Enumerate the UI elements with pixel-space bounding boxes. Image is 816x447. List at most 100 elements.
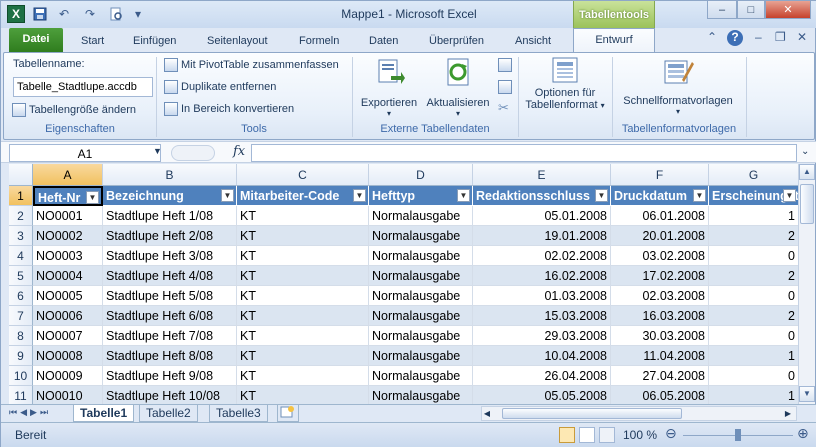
row-header[interactable]: 11 xyxy=(9,386,33,404)
table-cell[interactable]: 0 xyxy=(709,366,799,386)
table-cell[interactable]: 2 xyxy=(709,226,799,246)
row-header[interactable]: 8 xyxy=(9,326,33,346)
workbook-restore-icon[interactable]: ❐ xyxy=(775,30,786,44)
table-cell[interactable]: Stadtlupe Heft 4/08 xyxy=(103,266,237,286)
table-cell[interactable]: KT xyxy=(237,206,369,226)
table-cell[interactable]: 06.01.2008 xyxy=(611,206,709,226)
table-cell[interactable]: Stadtlupe Heft 10/08 xyxy=(103,386,237,404)
row-header[interactable]: 10 xyxy=(9,366,33,386)
workbook-close-icon[interactable]: ✕ xyxy=(797,30,807,44)
table-header-cell[interactable]: Heft-Nr ▼ xyxy=(33,186,103,206)
column-header-e[interactable]: E xyxy=(473,164,611,186)
table-cell[interactable]: 19.01.2008 xyxy=(473,226,611,246)
pivottable-summarize-button[interactable]: Mit PivotTable zusammenfassen xyxy=(164,58,339,72)
table-cell[interactable]: 1 xyxy=(709,346,799,366)
table-cell[interactable]: 27.04.2008 xyxy=(611,366,709,386)
tab-entwurf[interactable]: Entwurf xyxy=(573,28,655,53)
column-header-d[interactable]: D xyxy=(369,164,473,186)
table-cell[interactable]: Stadtlupe Heft 7/08 xyxy=(103,326,237,346)
table-cell[interactable]: 01.03.2008 xyxy=(473,286,611,306)
refresh-button[interactable]: Aktualisieren ▾ xyxy=(422,56,494,120)
table-cell[interactable]: 03.02.2008 xyxy=(611,246,709,266)
table-cell[interactable]: NO0009 xyxy=(33,366,103,386)
tab-ansicht[interactable]: Ansicht xyxy=(505,32,561,52)
zoom-in-icon[interactable]: ⊕ xyxy=(797,425,809,442)
table-cell[interactable]: Normalausgabe xyxy=(369,206,473,226)
table-cell[interactable]: NO0002 xyxy=(33,226,103,246)
tab-formeln[interactable]: Formeln xyxy=(289,32,349,52)
table-header-cell[interactable]: Druckdatum ▼ xyxy=(611,186,709,206)
table-cell[interactable]: 10.04.2008 xyxy=(473,346,611,366)
table-cell[interactable]: KT xyxy=(237,246,369,266)
table-cell[interactable]: 02.02.2008 xyxy=(473,246,611,266)
table-name-input[interactable]: Tabelle_Stadtlupe.accdb xyxy=(13,77,153,97)
scroll-down-icon[interactable]: ▼ xyxy=(799,386,815,402)
unlink-small-icon[interactable]: ✂ xyxy=(498,100,509,116)
name-box-dropdown-icon[interactable]: ▼ xyxy=(153,146,162,156)
table-cell[interactable]: 16.03.2008 xyxy=(611,306,709,326)
table-cell[interactable]: 11.04.2008 xyxy=(611,346,709,366)
help-icon[interactable]: ? xyxy=(727,30,743,46)
minimize-button[interactable]: – xyxy=(707,1,737,19)
tab-seitenlayout[interactable]: Seitenlayout xyxy=(197,32,278,52)
table-cell[interactable]: NO0007 xyxy=(33,326,103,346)
open-in-browser-small-icon[interactable] xyxy=(498,80,512,94)
sheet-tab-tabelle2[interactable]: Tabelle2 xyxy=(139,405,198,422)
table-cell[interactable]: Normalausgabe xyxy=(369,266,473,286)
filter-dropdown-icon[interactable]: ▼ xyxy=(783,189,796,202)
table-cell[interactable]: Normalausgabe xyxy=(369,286,473,306)
export-button[interactable]: Exportieren ▾ xyxy=(360,56,418,120)
tab-ueberpruefen[interactable]: Überprüfen xyxy=(419,32,494,52)
remove-duplicates-button[interactable]: Duplikate entfernen xyxy=(164,80,276,94)
tab-datei[interactable]: Datei xyxy=(9,28,63,52)
quick-styles-button[interactable]: Schnellformatvorlagen ▾ xyxy=(618,56,738,120)
table-cell[interactable]: Normalausgabe xyxy=(369,326,473,346)
table-cell[interactable]: Normalausgabe xyxy=(369,386,473,404)
formula-input[interactable] xyxy=(251,144,797,162)
table-header-cell[interactable]: Mitarbeiter-Code ▼ xyxy=(237,186,369,206)
table-cell[interactable]: 1 xyxy=(709,386,799,404)
row-header[interactable]: 5 xyxy=(9,266,33,286)
table-cell[interactable]: 2 xyxy=(709,306,799,326)
sheet-nav-icons[interactable]: ⏮◀▶⏭ xyxy=(9,407,51,418)
table-header-cell[interactable]: Erscheinungst ▼ xyxy=(709,186,799,206)
table-cell[interactable]: Normalausgabe xyxy=(369,366,473,386)
table-header-cell[interactable]: Redaktionsschluss ▼ xyxy=(473,186,611,206)
filter-dropdown-icon[interactable]: ▼ xyxy=(693,189,706,202)
table-cell[interactable]: 1 xyxy=(709,206,799,226)
table-cell[interactable]: 15.03.2008 xyxy=(473,306,611,326)
filter-dropdown-icon[interactable]: ▼ xyxy=(353,189,366,202)
table-cell[interactable]: Stadtlupe Heft 5/08 xyxy=(103,286,237,306)
table-cell[interactable]: NO0006 xyxy=(33,306,103,326)
table-cell[interactable]: 20.01.2008 xyxy=(611,226,709,246)
scroll-up-icon[interactable]: ▲ xyxy=(799,164,815,180)
horizontal-scroll-thumb[interactable] xyxy=(502,408,682,419)
table-cell[interactable]: 2 xyxy=(709,266,799,286)
vertical-scroll-thumb[interactable] xyxy=(800,184,814,224)
row-header[interactable]: 9 xyxy=(9,346,33,366)
table-cell[interactable]: 17.02.2008 xyxy=(611,266,709,286)
table-cell[interactable]: NO0001 xyxy=(33,206,103,226)
table-header-cell[interactable]: Hefttyp ▼ xyxy=(369,186,473,206)
row-header[interactable]: 6 xyxy=(9,286,33,306)
horizontal-scrollbar[interactable]: ◀ ▶ xyxy=(481,406,797,421)
table-cell[interactable]: KT xyxy=(237,286,369,306)
row-header[interactable]: 3 xyxy=(9,226,33,246)
tab-daten[interactable]: Daten xyxy=(359,32,408,52)
table-cell[interactable]: KT xyxy=(237,346,369,366)
table-cell[interactable]: KT xyxy=(237,266,369,286)
table-cell[interactable]: 16.02.2008 xyxy=(473,266,611,286)
table-cell[interactable]: KT xyxy=(237,226,369,246)
row-header[interactable]: 1 xyxy=(9,186,33,206)
table-cell[interactable]: KT xyxy=(237,386,369,404)
collapse-ribbon-icon[interactable]: ⌃ xyxy=(707,30,717,44)
column-header-a[interactable]: A xyxy=(33,164,103,186)
table-cell[interactable]: 05.05.2008 xyxy=(473,386,611,404)
insert-function-icon[interactable]: fx xyxy=(233,144,245,159)
properties-small-icon[interactable] xyxy=(498,58,512,72)
select-all-corner[interactable] xyxy=(9,164,33,186)
column-header-f[interactable]: F xyxy=(611,164,709,186)
table-style-options-button[interactable]: Optionen für Tabellenformat ▾ xyxy=(522,56,608,120)
row-header[interactable]: 7 xyxy=(9,306,33,326)
table-cell[interactable]: 05.01.2008 xyxy=(473,206,611,226)
